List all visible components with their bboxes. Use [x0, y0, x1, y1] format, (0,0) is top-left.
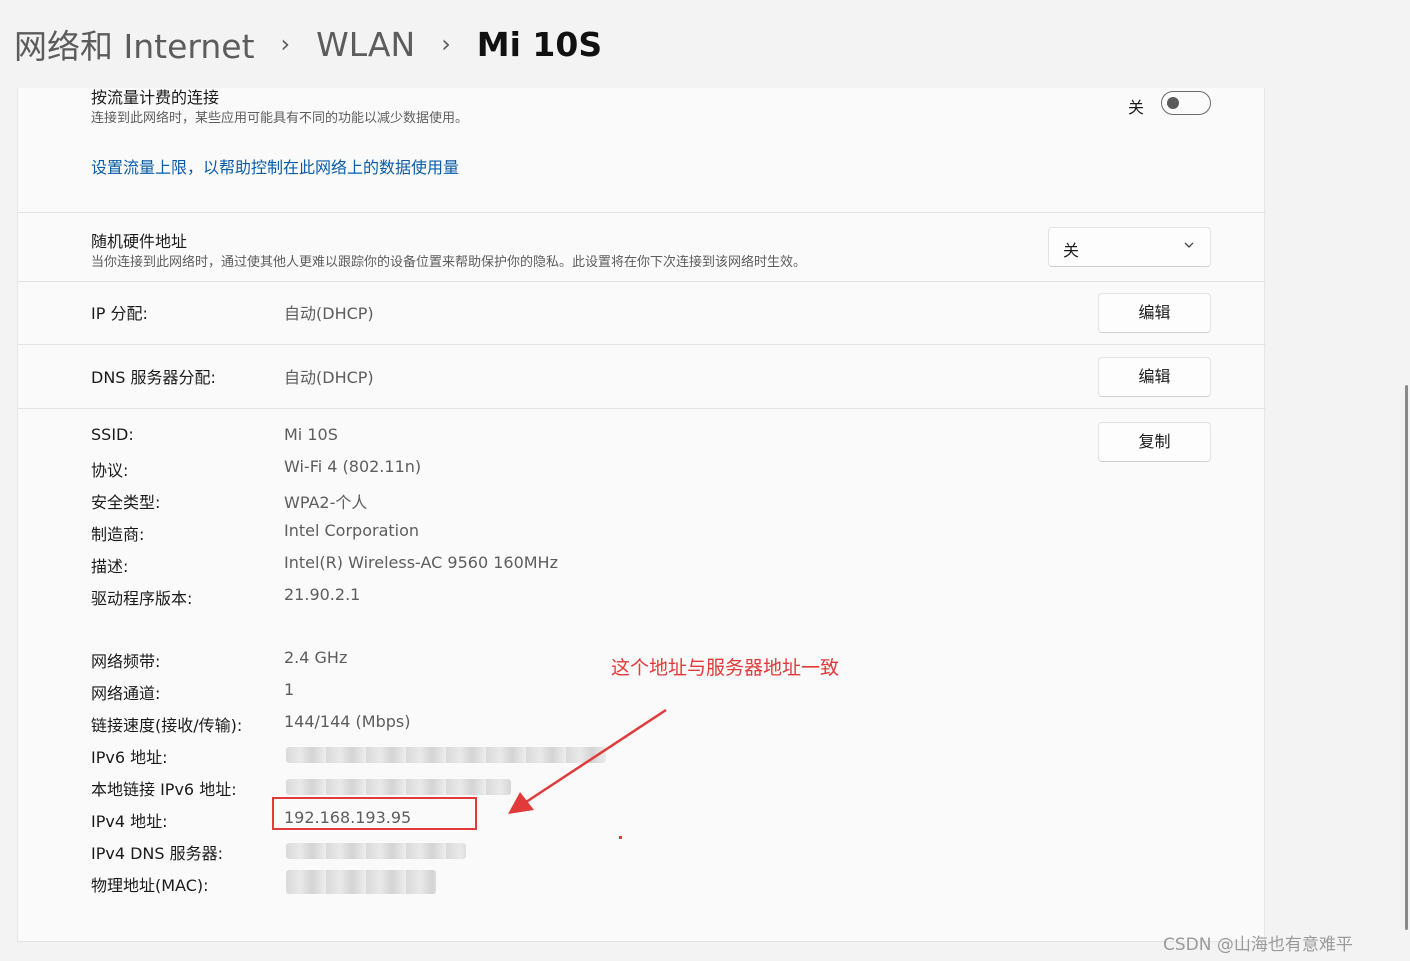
divider: [18, 408, 1266, 409]
divider: [18, 344, 1266, 345]
metered-connection-toggle[interactable]: [1161, 91, 1211, 115]
scrollbar[interactable]: [1405, 385, 1408, 930]
watermark: CSDN @山海也有意难平: [1163, 935, 1353, 955]
edit-ip-assignment-button[interactable]: 编辑: [1098, 293, 1211, 333]
red-dot: [619, 836, 622, 839]
property-value: 21.90.2.1: [284, 585, 361, 604]
annotation-arrow-icon: [508, 708, 667, 814]
divider: [18, 281, 1266, 282]
property-label: 协议:: [91, 461, 129, 480]
property-value: 2.4 GHz: [284, 648, 348, 667]
property-label: 描述:: [91, 557, 129, 576]
property-label: 驱动程序版本:: [91, 589, 193, 608]
network-properties-panel: 按流量计费的连接 连接到此网络时，某些应用可能具有不同的功能以减少数据使用。 关…: [17, 88, 1266, 942]
copy-properties-button[interactable]: 复制: [1098, 422, 1211, 462]
divider: [18, 212, 1266, 213]
property-label: IPv6 地址:: [91, 748, 168, 767]
random-hardware-address-dropdown[interactable]: 关: [1048, 227, 1211, 267]
breadcrumb-chevron-icon: ›: [280, 30, 291, 58]
property-value: Wi-Fi 4 (802.11n): [284, 457, 422, 476]
property-label: IPv4 DNS 服务器:: [91, 844, 224, 863]
property-label: 安全类型:: [91, 493, 161, 512]
chevron-down-icon: [1184, 242, 1194, 248]
breadcrumb: 网络和 Internet › WLAN › Mi 10S: [0, 0, 1410, 88]
set-data-limit-link[interactable]: 设置流量上限，以帮助控制在此网络上的数据使用量: [91, 154, 459, 178]
breadcrumb-wlan[interactable]: WLAN: [316, 25, 415, 64]
property-label: 网络频带:: [91, 652, 161, 671]
property-value: WPA2-个人: [284, 493, 368, 512]
page-title: Mi 10S: [476, 24, 603, 64]
property-label: 链接速度(接收/传输):: [91, 716, 243, 735]
property-label: 制造商:: [91, 525, 145, 544]
random-hardware-address-title: 随机硬件地址: [91, 232, 188, 251]
redacted-ipv4-dns: [286, 843, 466, 859]
property-value: 144/144 (Mbps): [284, 712, 411, 731]
property-value: Intel(R) Wireless-AC 9560 160MHz: [284, 553, 558, 572]
toggle-knob: [1167, 97, 1179, 109]
property-label: 网络通道:: [91, 684, 161, 703]
ipv4-highlight-box: [272, 797, 477, 830]
redacted-link-local-ipv6: [286, 779, 511, 795]
metered-toggle-label: 关: [1128, 98, 1145, 117]
metered-connection-description: 连接到此网络时，某些应用可能具有不同的功能以减少数据使用。: [91, 111, 469, 126]
property-value: 1: [284, 680, 295, 699]
breadcrumb-network-internet[interactable]: 网络和 Internet: [14, 20, 255, 68]
property-label: 本地链接 IPv6 地址:: [91, 780, 237, 799]
redacted-mac-address: [286, 870, 436, 894]
random-hardware-address-description: 当你连接到此网络时，通过使其他人更难以跟踪你的设备位置来帮助保护你的隐私。此设置…: [91, 255, 807, 270]
property-label: IPv4 地址:: [91, 812, 168, 831]
property-label: 物理地址(MAC):: [91, 876, 209, 895]
ip-assignment-label: IP 分配:: [91, 304, 148, 323]
dropdown-selected-value: 关: [1063, 241, 1080, 260]
breadcrumb-chevron-icon: ›: [441, 30, 451, 58]
ip-assignment-value: 自动(DHCP): [284, 304, 374, 323]
dns-assignment-label: DNS 服务器分配:: [91, 368, 216, 387]
property-value: Intel Corporation: [284, 521, 420, 540]
property-value: Mi 10S: [284, 425, 338, 444]
property-label: SSID:: [91, 425, 134, 444]
annotation-text: 这个地址与服务器地址一致: [611, 657, 840, 679]
dns-assignment-value: 自动(DHCP): [284, 368, 374, 387]
edit-dns-assignment-button[interactable]: 编辑: [1098, 357, 1211, 397]
